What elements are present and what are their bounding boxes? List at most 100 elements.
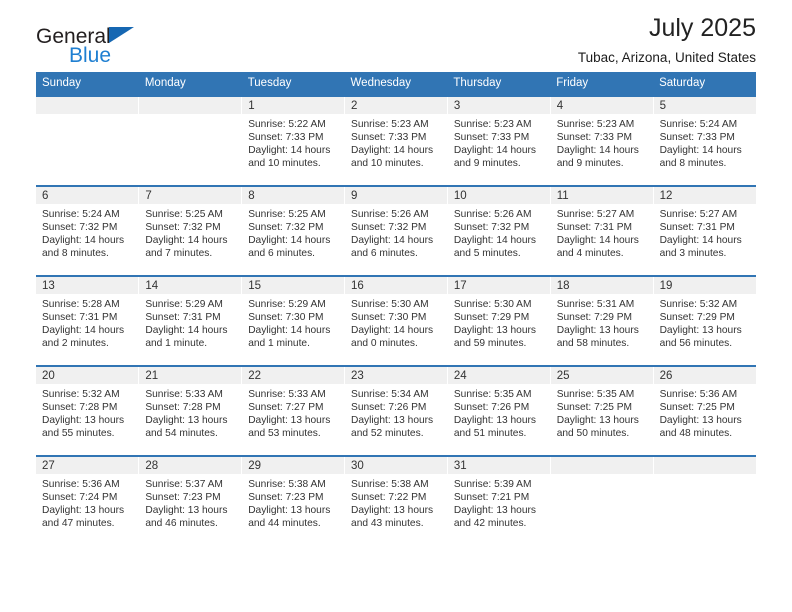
calendar-day-cell[interactable]: 18 Sunrise: 5:31 AM Sunset: 7:29 PM Dayligh… <box>550 275 654 366</box>
day-number: 29 <box>242 457 345 474</box>
calendar-day-cell[interactable]: 21 Sunrise: 5:33 AM Sunset: 7:28 PM Dayligh… <box>138 365 243 456</box>
sunrise-text: Sunrise: 5:23 AM <box>351 119 429 130</box>
day-number <box>653 457 756 474</box>
calendar-day-cell[interactable]: 16 Sunrise: 5:30 AM Sunset: 7:30 PM Dayligh… <box>344 275 448 366</box>
sunrise-text: Sunrise: 5:39 AM <box>453 479 532 490</box>
day-number: 1 <box>242 97 345 114</box>
calendar-day-cell[interactable]: 29 Sunrise: 5:38 AM Sunset: 7:23 PM Dayligh… <box>241 455 346 546</box>
calendar-day-cell[interactable]: 1 Sunrise: 5:22 AM Sunset: 7:33 PM Daylight… <box>241 95 346 186</box>
sunset-text: Sunset: 7:29 PM <box>659 312 735 324</box>
calendar-day-cell[interactable]: 20 Sunrise: 5:32 AM Sunset: 7:28 PM Dayligh… <box>36 365 140 456</box>
sunrise-text: Sunrise: 5:25 AM <box>145 209 223 220</box>
calendar-day-cell[interactable]: 23 Sunrise: 5:34 AM Sunset: 7:26 PM Dayligh… <box>344 365 448 456</box>
sunset-text: Sunset: 7:25 PM <box>556 402 633 414</box>
calendar-day-cell[interactable]: 22 Sunrise: 5:33 AM Sunset: 7:27 PM Dayligh… <box>241 365 346 456</box>
calendar-day-cell[interactable]: 31 Sunrise: 5:39 AM Sunset: 7:21 PM Dayligh… <box>447 455 551 546</box>
calendar-week-row: 20 Sunrise: 5:32 AM Sunset: 7:28 PM Dayligh… <box>36 365 756 456</box>
calendar-day-cell[interactable]: 15 Sunrise: 5:29 AM Sunset: 7:30 PM Dayligh… <box>241 275 346 366</box>
day-details: Sunrise: 5:27 AM Sunset: 7:31 PM Daylight:… <box>551 204 653 260</box>
calendar-day-cell[interactable]: 4 Sunrise: 5:23 AM Sunset: 7:33 PM Daylight… <box>550 95 654 186</box>
sunrise-text: Sunrise: 5:29 AM <box>248 299 326 310</box>
sunset-text: Sunset: 7:22 PM <box>351 492 427 504</box>
sunset-text: Sunset: 7:31 PM <box>659 222 735 234</box>
sunset-text: Sunset: 7:23 PM <box>145 492 221 504</box>
daylight-text-line2: and 8 minutes. <box>659 158 727 170</box>
daylight-text-line2: and 9 minutes. <box>453 158 521 170</box>
calendar-day-cell[interactable]: 8 Sunrise: 5:25 AM Sunset: 7:32 PM Daylight… <box>241 185 346 276</box>
calendar-day-cell-empty <box>653 455 756 546</box>
daylight-text-line1: Daylight: 13 hours <box>453 505 536 517</box>
daylight-text-line2: and 5 minutes. <box>453 248 521 260</box>
day-number: 28 <box>139 457 242 474</box>
calendar-day-cell[interactable]: 30 Sunrise: 5:38 AM Sunset: 7:22 PM Dayligh… <box>344 455 448 546</box>
day-details: Sunrise: 5:38 AM Sunset: 7:22 PM Daylight:… <box>345 474 447 530</box>
calendar-week-row: 13 Sunrise: 5:28 AM Sunset: 7:31 PM Dayligh… <box>36 275 756 366</box>
sunset-text: Sunset: 7:29 PM <box>556 312 633 324</box>
day-details: Sunrise: 5:27 AM Sunset: 7:31 PM Daylight:… <box>654 204 756 260</box>
day-number: 31 <box>447 457 550 474</box>
day-details: Sunrise: 5:28 AM Sunset: 7:31 PM Daylight:… <box>36 294 138 350</box>
weekday-header-friday: Friday <box>550 72 654 96</box>
daylight-text-line1: Daylight: 13 hours <box>453 325 536 337</box>
day-number: 30 <box>345 457 447 474</box>
page-header: General Blue July 2025 Tubac, Arizona, U… <box>36 0 756 72</box>
calendar-day-cell[interactable]: 7 Sunrise: 5:25 AM Sunset: 7:32 PM Daylight… <box>138 185 243 276</box>
day-details: Sunrise: 5:33 AM Sunset: 7:28 PM Daylight:… <box>139 384 241 440</box>
sunrise-text: Sunrise: 5:36 AM <box>659 389 738 400</box>
daylight-text-line2: and 53 minutes. <box>248 428 321 440</box>
day-details: Sunrise: 5:24 AM Sunset: 7:33 PM Daylight:… <box>654 114 756 170</box>
calendar-day-cell[interactable]: 13 Sunrise: 5:28 AM Sunset: 7:31 PM Dayligh… <box>36 275 140 366</box>
daylight-text-line2: and 46 minutes. <box>145 518 218 530</box>
daylight-text-line2: and 1 minute. <box>145 338 208 350</box>
daylight-text-line2: and 43 minutes. <box>351 518 424 530</box>
weekday-header-saturday: Saturday <box>653 72 756 96</box>
sunrise-text: Sunrise: 5:30 AM <box>351 299 429 310</box>
calendar-day-cell[interactable]: 27 Sunrise: 5:36 AM Sunset: 7:24 PM Dayligh… <box>36 455 140 546</box>
calendar-day-cell[interactable]: 2 Sunrise: 5:23 AM Sunset: 7:33 PM Daylight… <box>344 95 448 186</box>
calendar-day-cell[interactable]: 26 Sunrise: 5:36 AM Sunset: 7:25 PM Dayligh… <box>653 365 756 456</box>
calendar-day-cell[interactable]: 24 Sunrise: 5:35 AM Sunset: 7:26 PM Dayligh… <box>447 365 551 456</box>
sunset-text: Sunset: 7:28 PM <box>145 402 221 414</box>
sunrise-text: Sunrise: 5:22 AM <box>248 119 326 130</box>
day-number: 26 <box>653 367 756 384</box>
calendar-day-cell[interactable]: 9 Sunrise: 5:26 AM Sunset: 7:32 PM Daylight… <box>344 185 448 276</box>
daylight-text-line2: and 6 minutes. <box>351 248 418 260</box>
sunset-text: Sunset: 7:32 PM <box>248 222 324 234</box>
day-details: Sunrise: 5:35 AM Sunset: 7:25 PM Daylight:… <box>551 384 653 440</box>
calendar-day-cell[interactable]: 28 Sunrise: 5:37 AM Sunset: 7:23 PM Dayligh… <box>138 455 243 546</box>
sunrise-text: Sunrise: 5:31 AM <box>556 299 635 310</box>
calendar-week-row: 27 Sunrise: 5:36 AM Sunset: 7:24 PM Dayligh… <box>36 455 756 546</box>
calendar-day-cell[interactable]: 19 Sunrise: 5:32 AM Sunset: 7:29 PM Dayligh… <box>653 275 756 366</box>
calendar-day-cell[interactable]: 10 Sunrise: 5:26 AM Sunset: 7:32 PM Dayligh… <box>447 185 551 276</box>
sunset-text: Sunset: 7:23 PM <box>248 492 324 504</box>
sunset-text: Sunset: 7:21 PM <box>453 492 530 504</box>
day-number: 15 <box>242 277 345 294</box>
sunrise-text: Sunrise: 5:38 AM <box>351 479 429 490</box>
day-number: 8 <box>242 187 345 204</box>
daylight-text-line1: Daylight: 13 hours <box>42 505 125 517</box>
daylight-text-line1: Daylight: 14 hours <box>351 145 434 157</box>
calendar-day-cell[interactable]: 25 Sunrise: 5:35 AM Sunset: 7:25 PM Dayligh… <box>550 365 654 456</box>
sunrise-text: Sunrise: 5:24 AM <box>659 119 738 130</box>
calendar-day-cell[interactable]: 5 Sunrise: 5:24 AM Sunset: 7:33 PM Daylight… <box>653 95 756 186</box>
calendar-day-cell[interactable]: 14 Sunrise: 5:29 AM Sunset: 7:31 PM Dayligh… <box>138 275 243 366</box>
brand-logo: General Blue <box>36 26 216 74</box>
calendar-day-cell[interactable]: 17 Sunrise: 5:30 AM Sunset: 7:29 PM Dayligh… <box>447 275 551 366</box>
daylight-text-line1: Daylight: 13 hours <box>248 505 331 517</box>
day-number: 5 <box>653 97 756 114</box>
daylight-text-line2: and 52 minutes. <box>351 428 424 440</box>
day-details: Sunrise: 5:39 AM Sunset: 7:21 PM Daylight:… <box>448 474 550 530</box>
day-details: Sunrise: 5:32 AM Sunset: 7:29 PM Daylight:… <box>654 294 756 350</box>
calendar-day-cell[interactable]: 11 Sunrise: 5:27 AM Sunset: 7:31 PM Dayligh… <box>550 185 654 276</box>
daylight-text-line1: Daylight: 14 hours <box>556 145 639 157</box>
calendar-day-cell[interactable]: 6 Sunrise: 5:24 AM Sunset: 7:32 PM Daylight… <box>36 185 140 276</box>
day-number: 12 <box>653 187 756 204</box>
daylight-text-line1: Daylight: 14 hours <box>248 235 331 247</box>
daylight-text-line1: Daylight: 13 hours <box>42 415 125 427</box>
day-details: Sunrise: 5:22 AM Sunset: 7:33 PM Daylight:… <box>242 114 344 170</box>
calendar-day-cell[interactable]: 12 Sunrise: 5:27 AM Sunset: 7:31 PM Dayligh… <box>653 185 756 276</box>
calendar-day-cell[interactable]: 3 Sunrise: 5:23 AM Sunset: 7:33 PM Daylight… <box>447 95 551 186</box>
day-details: Sunrise: 5:24 AM Sunset: 7:32 PM Daylight:… <box>36 204 138 260</box>
day-number: 18 <box>550 277 653 294</box>
sunrise-text: Sunrise: 5:36 AM <box>42 479 120 490</box>
